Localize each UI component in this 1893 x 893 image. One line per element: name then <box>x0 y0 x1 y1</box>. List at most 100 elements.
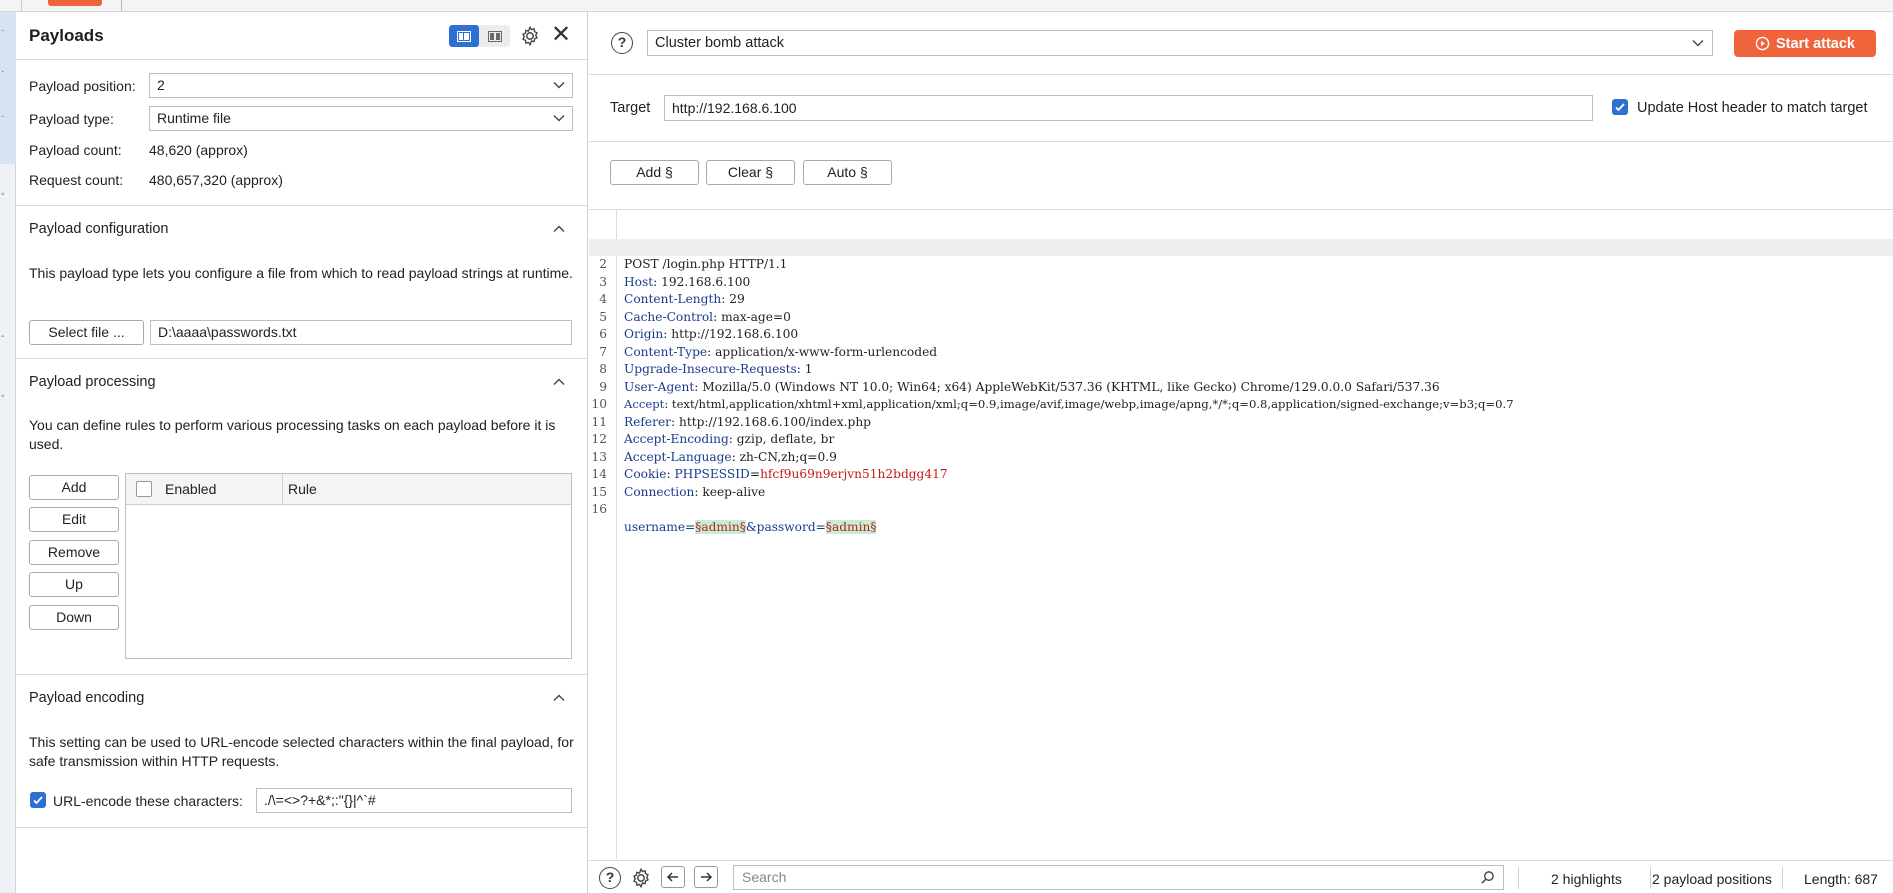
select-all-checkbox[interactable] <box>136 481 152 497</box>
chevron-down-icon <box>1692 40 1704 47</box>
settings-gear-icon[interactable] <box>519 25 541 47</box>
request-line: 1 POST /login.php HTTP/1.1 <box>589 221 1893 272</box>
payload-type-label: Payload type: <box>29 111 114 127</box>
arrow-right-icon <box>701 872 713 882</box>
edit-rule-button[interactable]: Edit <box>29 507 119 532</box>
rail-icon[interactable]: - <box>1 332 4 342</box>
rail-icon[interactable]: · <box>1 26 4 36</box>
column-enabled[interactable]: Enabled <box>165 481 216 497</box>
file-path-field[interactable]: D:\aaaa\passwords.txt <box>150 320 572 345</box>
payload-count-value: 48,620 (approx) <box>149 142 248 158</box>
payload-processing-description: You can define rules to perform various … <box>29 417 556 452</box>
rail-icon[interactable]: · <box>1 112 4 122</box>
payload-position-label: Payload position: <box>29 78 136 94</box>
header-line: 2 Host: 192.168.6.100 <box>589 238 1893 289</box>
line-number: 16 <box>591 502 607 516</box>
update-host-checkbox[interactable] <box>1612 99 1628 115</box>
panel-title: Payloads <box>29 25 104 45</box>
divider <box>1518 867 1519 889</box>
payloads-panel: Payloads ✕ Payload position: 2 Payload t… <box>16 12 588 893</box>
attack-type-select[interactable]: Cluster bomb attack <box>647 30 1713 56</box>
up-rule-button[interactable]: Up <box>29 572 119 597</box>
start-attack-button[interactable]: Start attack <box>1734 30 1876 57</box>
add-rule-button[interactable]: Add <box>29 475 119 500</box>
url-encode-characters-field[interactable]: ./\=<>?+&*;:"{}|^`# <box>256 788 572 813</box>
payload-configuration-title: Payload configuration <box>29 221 169 237</box>
add-marker-button[interactable]: Add § <box>610 160 699 185</box>
attack-type-value: Cluster bomb attack <box>655 35 784 51</box>
checkmark-icon <box>1615 103 1625 112</box>
close-icon[interactable]: ✕ <box>551 23 571 47</box>
checkmark-icon <box>33 796 43 805</box>
previous-arrow-button[interactable] <box>661 866 685 888</box>
layout-vertical-icon[interactable] <box>449 25 479 47</box>
header-line: 5 Origin: http://192.168.6.100 <box>589 291 1893 342</box>
header-line: 3 Content-Length: 29 <box>589 256 1893 307</box>
search-input[interactable]: Search <box>733 865 1504 890</box>
next-arrow-button[interactable] <box>694 866 718 888</box>
remove-rule-button[interactable]: Remove <box>29 540 119 565</box>
chevron-down-icon <box>553 82 565 89</box>
target-input[interactable]: http://192.168.6.100 <box>664 95 1593 121</box>
divider <box>1782 867 1783 889</box>
payload-position-value: 2 <box>157 77 165 93</box>
tab-divider <box>0 0 22 11</box>
header-line: 6 Content-Type: application/x-www-form-u… <box>589 309 1893 359</box>
down-rule-button[interactable]: Down <box>29 605 119 630</box>
header-line: 10 Referer: http://192.168.6.100/index.p… <box>589 379 1893 429</box>
payload-configuration-description: This payload type lets you configure a f… <box>29 265 573 281</box>
payload-positions-count: 2 payload positions <box>1652 871 1772 887</box>
rail-icon[interactable]: ◦ <box>1 190 5 200</box>
divider <box>16 674 588 675</box>
layout-horizontal-icon[interactable] <box>479 25 510 47</box>
url-encode-checkbox[interactable] <box>30 792 46 808</box>
header-line: 12 Accept-Language: zh-CN,zh;q=0.9 <box>589 414 1893 464</box>
start-attack-label: Start attack <box>1776 35 1855 52</box>
payload-encoding-title: Payload encoding <box>29 690 145 706</box>
divider <box>16 205 588 206</box>
search-icon[interactable] <box>1480 870 1495 885</box>
settings-gear-icon[interactable] <box>630 867 652 889</box>
chevron-up-icon[interactable] <box>552 375 566 389</box>
header-line: 8 User-Agent: Mozilla/5.0 (Windows NT 10… <box>589 344 1893 394</box>
clear-marker-button[interactable]: Clear § <box>706 160 795 185</box>
header-line: 9 Accept: text/html,application/xhtml+xm… <box>589 361 1893 412</box>
layout-toggle[interactable] <box>449 25 510 47</box>
payload-marker-username[interactable]: §admin§ <box>695 519 746 534</box>
body-password-key: &password= <box>745 519 826 534</box>
divider <box>589 74 1893 75</box>
column-rule[interactable]: Rule <box>288 481 317 497</box>
chevron-up-icon[interactable] <box>552 222 566 236</box>
blank-line: 15 <box>589 466 1893 499</box>
header-line: 11 Accept-Encoding: gzip, deflate, br <box>589 396 1893 447</box>
divider <box>589 141 1893 142</box>
editor-footer: ? Search 2 highlights 2 payload position… <box>589 860 1893 893</box>
select-file-button[interactable]: Select file ... <box>29 320 144 345</box>
rail-icon[interactable]: ◦ <box>1 392 5 402</box>
payload-type-select[interactable]: Runtime file <box>149 106 573 131</box>
divider <box>1650 867 1651 889</box>
help-icon[interactable]: ? <box>599 867 621 889</box>
header-line: 7 Upgrade-Insecure-Requests: 1 <box>589 326 1893 377</box>
divider <box>16 827 588 828</box>
active-tab-indicator[interactable] <box>48 0 102 6</box>
payload-count-label: Payload count: <box>29 142 122 158</box>
rail-icon[interactable]: · <box>1 67 4 77</box>
chevron-down-icon <box>553 115 565 122</box>
positions-panel: ? Cluster bomb attack Start attack Targe… <box>589 12 1893 893</box>
chevron-up-icon[interactable] <box>552 691 566 705</box>
play-icon <box>1755 36 1770 51</box>
rules-table[interactable]: Enabled Rule <box>125 473 572 659</box>
search-placeholder: Search <box>742 869 787 885</box>
column-divider <box>282 474 283 505</box>
target-label: Target <box>610 100 651 116</box>
help-icon[interactable]: ? <box>611 32 633 54</box>
payload-position-select[interactable]: 2 <box>149 73 573 98</box>
header-line: 13 Cookie: PHPSESSID=hfcf9u69n9erjvn51h2… <box>589 431 1893 482</box>
payload-marker-password[interactable]: §admin§ <box>825 519 877 534</box>
request-count-value: 480,657,320 (approx) <box>149 172 283 188</box>
payload-type-value: Runtime file <box>157 110 231 126</box>
auto-marker-button[interactable]: Auto § <box>803 160 892 185</box>
request-editor[interactable]: 1 POST /login.php HTTP/1.1 2 Host: 192.1… <box>589 209 1893 859</box>
tab-divider <box>121 0 123 11</box>
